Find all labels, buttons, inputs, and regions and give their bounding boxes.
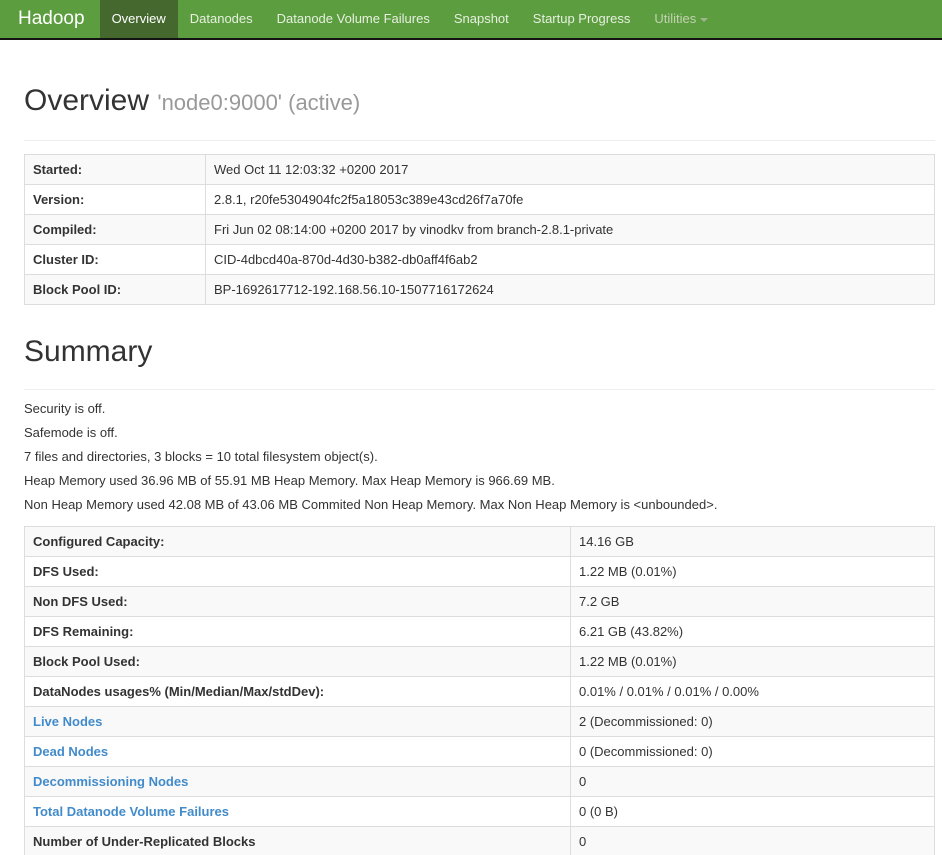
row-label: DataNodes usages% (Min/Median/Max/stdDev…	[24, 676, 571, 707]
table-row: Live Nodes 2 (Decommissioned: 0)	[24, 706, 935, 737]
non-heap-memory-text: Non Heap Memory used 42.08 MB of 43.06 M…	[24, 497, 718, 512]
total-datanode-volume-failures-link[interactable]: Total Datanode Volume Failures	[33, 804, 229, 819]
row-label: Compiled:	[24, 214, 206, 245]
row-label: Live Nodes	[24, 706, 571, 737]
row-label: DFS Used:	[24, 556, 571, 587]
hadoop-brand[interactable]: Hadoop	[3, 0, 100, 38]
row-value: 7.2 GB	[570, 586, 935, 617]
table-row: Block Pool Used: 1.22 MB (0.01%)	[24, 646, 935, 677]
row-value: Wed Oct 11 12:03:32 +0200 2017	[205, 154, 935, 185]
row-value: 1.22 MB (0.01%)	[570, 646, 935, 677]
tab-startup-progress[interactable]: Startup Progress	[521, 0, 643, 38]
row-label: Non DFS Used:	[24, 586, 571, 617]
tab-overview[interactable]: Overview	[99, 0, 178, 38]
navbar-tabs: Overview Datanodes Datanode Volume Failu…	[99, 0, 721, 38]
row-label: Block Pool Used:	[24, 646, 571, 677]
dead-nodes-link[interactable]: Dead Nodes	[33, 744, 108, 759]
row-label: Started:	[24, 154, 206, 185]
filesystem-objects-text: 7 files and directories, 3 blocks = 10 t…	[24, 449, 378, 464]
utilities-label: Utilities	[654, 11, 697, 26]
security-status-text: Security is off.	[24, 401, 106, 416]
row-value: 1.22 MB (0.01%)	[570, 556, 935, 587]
row-value: BP-1692617712-192.168.56.10-150771617262…	[205, 274, 935, 305]
table-row: DFS Remaining: 6.21 GB (43.82%)	[24, 616, 935, 647]
row-label: Decommissioning Nodes	[24, 766, 571, 797]
page-content: Overview 'node0:9000' (active) Started: …	[0, 84, 942, 855]
tab-datanodes[interactable]: Datanodes	[178, 0, 265, 38]
row-value: 0 (Decommissioned: 0)	[570, 736, 935, 767]
row-value: Fri Jun 02 08:14:00 +0200 2017 by vinodk…	[205, 214, 935, 245]
row-label: Total Datanode Volume Failures	[24, 796, 571, 827]
caret-down-icon	[700, 17, 709, 22]
table-row: Block Pool ID: BP-1692617712-192.168.56.…	[24, 274, 935, 305]
page-title: Overview 'node0:9000' (active)	[24, 84, 935, 141]
page-title-text: Overview	[24, 84, 150, 117]
row-label: Cluster ID:	[24, 244, 206, 275]
row-label: Version:	[24, 184, 206, 215]
row-label: DFS Remaining:	[24, 616, 571, 647]
top-navbar: Hadoop Overview Datanodes Datanode Volum…	[0, 0, 942, 40]
namenode-address-subtitle: 'node0:9000' (active)	[157, 90, 361, 115]
row-label: Dead Nodes	[24, 736, 571, 767]
safemode-status-text: Safemode is off.	[24, 425, 118, 440]
row-value: 0	[570, 766, 935, 797]
table-row: Cluster ID: CID-4dbcd40a-870d-4d30-b382-…	[24, 244, 935, 275]
table-row: DataNodes usages% (Min/Median/Max/stdDev…	[24, 676, 935, 707]
row-value: 0.01% / 0.01% / 0.01% / 0.00%	[570, 676, 935, 707]
row-label: Block Pool ID:	[24, 274, 206, 305]
cluster-info-table: Started: Wed Oct 11 12:03:32 +0200 2017 …	[24, 154, 935, 305]
table-row: DFS Used: 1.22 MB (0.01%)	[24, 556, 935, 587]
row-value: 14.16 GB	[570, 526, 935, 557]
row-value: 0 (0 B)	[570, 796, 935, 827]
table-row: Decommissioning Nodes 0	[24, 766, 935, 797]
row-value: CID-4dbcd40a-870d-4d30-b382-db0aff4f6ab2	[205, 244, 935, 275]
live-nodes-link[interactable]: Live Nodes	[33, 714, 102, 729]
decommissioning-nodes-link[interactable]: Decommissioning Nodes	[33, 774, 188, 789]
heap-memory-text: Heap Memory used 36.96 MB of 55.91 MB He…	[24, 473, 555, 488]
table-row: Started: Wed Oct 11 12:03:32 +0200 2017	[24, 154, 935, 185]
table-row: Non DFS Used: 7.2 GB	[24, 586, 935, 617]
table-row: Dead Nodes 0 (Decommissioned: 0)	[24, 736, 935, 767]
row-value: 6.21 GB (43.82%)	[570, 616, 935, 647]
tab-utilities-dropdown[interactable]: Utilities	[642, 0, 720, 38]
row-value: 2 (Decommissioned: 0)	[570, 706, 935, 737]
row-value: 0	[570, 826, 935, 855]
tab-snapshot[interactable]: Snapshot	[442, 0, 521, 38]
summary-title: Summary	[24, 335, 935, 390]
table-row: Configured Capacity: 14.16 GB	[24, 526, 935, 557]
row-value: 2.8.1, r20fe5304904fc2f5a18053c389e43cd2…	[205, 184, 935, 215]
table-row: Number of Under-Replicated Blocks 0	[24, 826, 935, 855]
row-label: Configured Capacity:	[24, 526, 571, 557]
table-row: Version: 2.8.1, r20fe5304904fc2f5a18053c…	[24, 184, 935, 215]
table-row: Total Datanode Volume Failures 0 (0 B)	[24, 796, 935, 827]
table-row: Compiled: Fri Jun 02 08:14:00 +0200 2017…	[24, 214, 935, 245]
summary-table: Configured Capacity: 14.16 GB DFS Used: …	[24, 526, 935, 855]
tab-datanode-volume-failures[interactable]: Datanode Volume Failures	[265, 0, 442, 38]
row-label: Number of Under-Replicated Blocks	[24, 826, 571, 855]
summary-notes: Security is off. Safemode is off. 7 file…	[24, 400, 935, 513]
